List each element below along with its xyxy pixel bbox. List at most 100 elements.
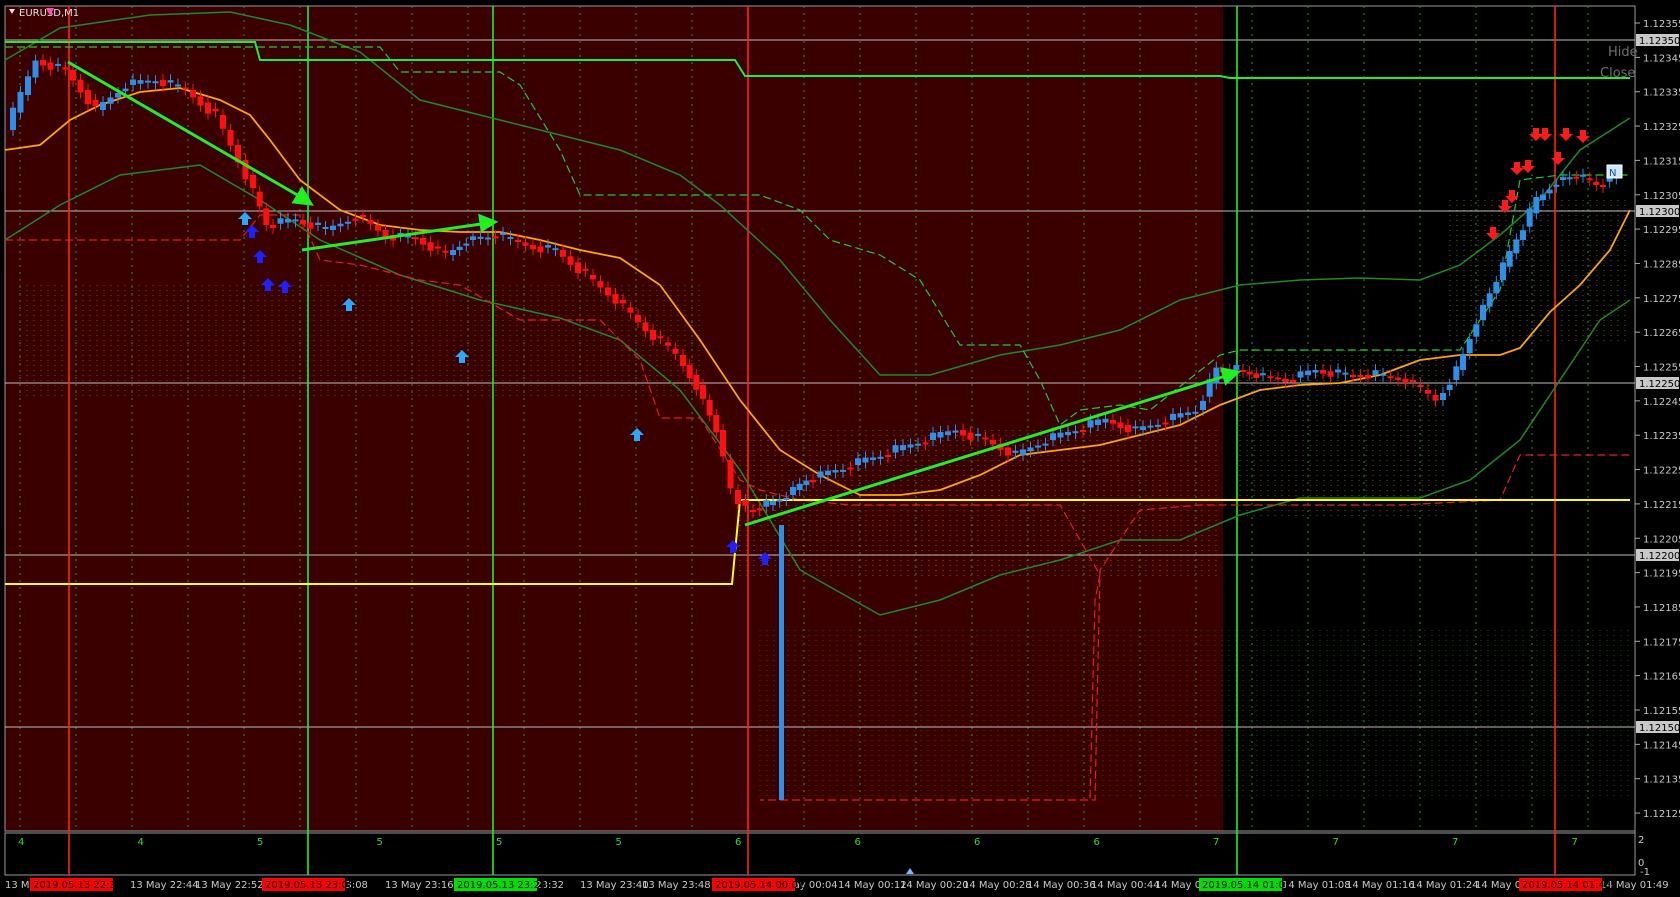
candle-body: [1566, 177, 1573, 180]
candle-body: [197, 96, 204, 106]
candle-body: [700, 385, 706, 399]
candle-body: [500, 232, 506, 235]
candle-body: [1402, 378, 1409, 383]
candle-body: [1357, 375, 1364, 377]
candle-body: [292, 219, 299, 222]
candle-body: [686, 365, 693, 378]
candle-body: [1057, 432, 1064, 438]
candle-body: [330, 225, 336, 230]
candle-body: [1473, 324, 1480, 337]
candle-body: [450, 250, 456, 255]
session-time-badge-text: 2019.05.13 22:36: [33, 880, 122, 891]
time-axis-label: 13 May 23:48: [642, 880, 711, 891]
price-tick-label: 1.12245: [1643, 397, 1680, 408]
candle-body: [567, 256, 574, 265]
candle-body: [1600, 185, 1606, 187]
subpanel-number: 5: [496, 837, 502, 848]
price-level-badge-text: 1.12150: [1639, 723, 1680, 734]
candle-body: [17, 92, 24, 113]
candle-body: [55, 63, 61, 66]
candle-body: [1526, 208, 1533, 227]
price-level-badge-text: 1.12350: [1639, 36, 1680, 47]
candle-body: [1125, 425, 1131, 433]
candle-body: [735, 490, 741, 505]
candle-body: [152, 81, 159, 84]
candle-body: [1480, 304, 1486, 320]
symbol-header: EURUSD,M1: [9, 8, 79, 19]
candle-body: [367, 220, 374, 224]
time-axis-label: 14 May 01:08: [1282, 880, 1351, 891]
candle-body: [1042, 443, 1049, 446]
candle-body: [680, 355, 686, 367]
candle-body: [582, 268, 589, 271]
candle-body: [1072, 431, 1079, 434]
candle-body: [922, 442, 929, 445]
price-level-badge-text: 1.12200: [1639, 551, 1680, 562]
price-tick-label: 1.12255: [1643, 363, 1680, 374]
candle-body: [70, 70, 76, 81]
candle-body: [810, 480, 816, 483]
candle-body: [1312, 370, 1319, 373]
price-level-badge-text: 1.12300: [1639, 207, 1680, 218]
candle-body: [10, 107, 16, 130]
time-axis: 13 Ma2:3613 May 22:4413 May 22:52y 23:08…: [5, 878, 1669, 891]
candle-body: [1246, 371, 1253, 375]
candle-body: [92, 100, 99, 106]
chart-shift-icon[interactable]: N: [1606, 164, 1623, 179]
candle-body: [642, 322, 649, 332]
candle-body: [1553, 184, 1560, 187]
candle-body: [1147, 425, 1154, 428]
candle-body: [85, 90, 91, 105]
candle-body: [930, 432, 936, 440]
candle-body: [1095, 419, 1101, 425]
candle-body: [182, 87, 189, 90]
candle-body: [877, 456, 884, 459]
candle-body: [456, 246, 463, 250]
time-axis-label: 14 May 00:28: [963, 880, 1032, 891]
close-button[interactable]: Close: [1600, 66, 1635, 81]
candle-body: [672, 348, 679, 354]
candle-body: [32, 60, 39, 78]
candle-body: [1533, 197, 1540, 214]
candle-body: [77, 80, 84, 93]
candle-body: [1500, 262, 1506, 280]
candle-body: [435, 246, 441, 249]
candle-body: [1320, 370, 1326, 374]
subpanel-number: 7: [1452, 837, 1458, 848]
candle-body: [560, 250, 566, 257]
candle-body: [1282, 378, 1289, 383]
price-tick-label: 1.12185: [1643, 603, 1680, 614]
candle-body: [1593, 181, 1600, 185]
price-tick-label: 1.12345: [1643, 53, 1680, 64]
trading-chart[interactable]: EURUSD,M1 Hide Close N 1.12355 1.12345 1.1…: [0, 0, 1680, 897]
hide-button[interactable]: Hide: [1608, 45, 1638, 60]
candle-body: [1350, 375, 1356, 377]
session-time-badge-text: 2019.05.14 01:43: [1522, 880, 1611, 891]
candle-body: [1050, 433, 1056, 440]
candle-body: [412, 237, 419, 240]
session-time-badge-text: 2019.05.14 01:02: [1202, 880, 1291, 891]
candle-body: [315, 222, 321, 225]
candle-body: [40, 60, 46, 66]
price-tick-label: 1.12355: [1643, 19, 1680, 30]
candle-body: [427, 242, 434, 251]
subpanel-number: 5: [377, 837, 383, 848]
candle-body: [1233, 365, 1240, 370]
candle-body: [1493, 281, 1500, 294]
candle-body: [1132, 426, 1139, 429]
session-time-badge-text: 2019.05.14 00:01: [715, 880, 804, 891]
candle-body: [796, 483, 803, 490]
candle-body: [967, 432, 974, 440]
candle-body: [47, 62, 54, 70]
candle-body: [1432, 395, 1439, 401]
candle-body: [870, 457, 876, 460]
price-level-badge-text: 1.12250: [1639, 379, 1680, 390]
candle-body: [1342, 372, 1349, 375]
price-tick-label: 1.12215: [1643, 500, 1680, 511]
candle-body: [463, 243, 470, 246]
candle-body: [107, 97, 114, 104]
candle-body: [212, 108, 219, 112]
time-axis-label: 14 May 00:44: [1091, 880, 1160, 891]
candle-body: [1425, 390, 1431, 394]
svg-text:N: N: [1609, 168, 1616, 179]
